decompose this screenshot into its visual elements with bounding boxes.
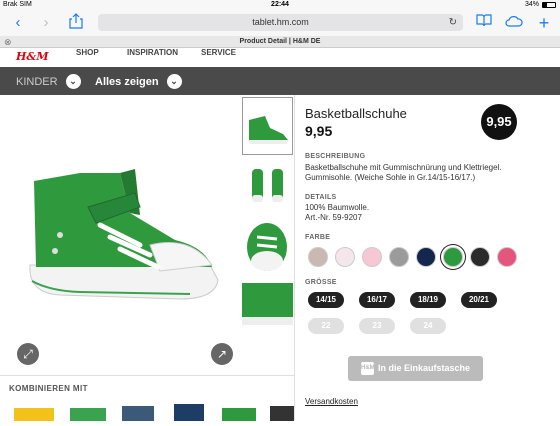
thumbnail-detail[interactable] (242, 277, 293, 335)
shopping-bag-icon: H&M (360, 362, 375, 376)
tab-title[interactable]: Product Detail | H&M DE (0, 36, 560, 48)
size-option[interactable]: 18/19 (410, 292, 446, 308)
details-article: Art.-Nr. 59-9207 (305, 213, 362, 222)
shipping-costs-link[interactable]: Versandkosten (305, 397, 358, 406)
new-tab-icon[interactable]: + (534, 13, 554, 33)
thumbnail-top[interactable] (242, 217, 293, 275)
color-swatch[interactable] (470, 247, 490, 267)
color-swatch[interactable] (497, 247, 517, 267)
nav-service[interactable]: SERVICE (201, 48, 236, 57)
clock: 22:44 (271, 1, 289, 8)
browser-toolbar: ‹ › tablet.hm.com ↻ + (0, 10, 560, 36)
description-text: Basketballschuhe mit Gummischnürung und … (305, 163, 502, 182)
color-swatch[interactable] (443, 247, 463, 267)
size-label: GRÖSSE (305, 279, 337, 286)
color-swatch[interactable] (362, 247, 382, 267)
combine-with-section: KOMBINIEREN MIT (0, 375, 294, 421)
bookmarks-icon[interactable] (474, 13, 494, 33)
color-swatch[interactable] (335, 247, 355, 267)
details-material: 100% Baumwolle. (305, 203, 370, 212)
battery-percent: 34% (524, 1, 539, 8)
category-bar: KINDER ⌄ Alles zeigen ⌄ (0, 67, 560, 95)
description-label: BESCHREIBUNG (305, 153, 366, 160)
sneaker-illustration (29, 169, 219, 300)
details-label: DETAILS (305, 194, 337, 201)
battery-indicator: 34% (525, 1, 556, 8)
combine-thumbnails[interactable] (0, 376, 294, 421)
size-option-unavailable: 24 (410, 318, 446, 334)
site-header: H&M SHOP INSPIRATION SERVICE (0, 48, 560, 67)
chevron-down-icon: ⌄ (166, 74, 182, 89)
combine-with-label: KOMBINIEREN MIT (9, 384, 88, 393)
share-icon[interactable] (66, 13, 86, 33)
fullscreen-icon[interactable]: ⤢ (17, 343, 39, 365)
product-title: Basketballschuhe (305, 106, 407, 121)
color-swatch[interactable] (416, 247, 436, 267)
url-text: tablet.hm.com (252, 17, 309, 27)
forward-chevron-icon[interactable]: › (36, 13, 56, 33)
size-option[interactable]: 16/17 (359, 292, 395, 308)
size-option-unavailable: 22 (308, 318, 344, 334)
category-dropdown[interactable]: KINDER ⌄ (16, 74, 81, 89)
cloud-icon[interactable] (504, 13, 524, 33)
size-option-unavailable: 23 (359, 318, 395, 334)
ios-status-bar: Brak SIM 22:44 34% (0, 0, 560, 10)
chevron-down-icon: ⌄ (65, 74, 81, 89)
share-icon[interactable]: ↗ (211, 343, 233, 365)
category-label: KINDER (16, 75, 58, 88)
color-swatch[interactable] (308, 247, 328, 267)
reload-icon[interactable]: ↻ (449, 14, 457, 31)
address-bar[interactable]: tablet.hm.com ↻ (98, 14, 463, 31)
add-to-cart-label: In die Einkaufstasche (377, 363, 471, 373)
filter-label: Alles zeigen (95, 75, 159, 88)
tab-bar: ⊗ Product Detail | H&M DE (0, 36, 560, 48)
product-price: 9,95 (305, 123, 333, 139)
battery-icon (542, 1, 556, 8)
filter-dropdown[interactable]: Alles zeigen ⌄ (95, 74, 182, 89)
hm-logo[interactable]: H&M (16, 50, 49, 63)
thumbnail-side[interactable] (242, 97, 293, 155)
back-chevron-icon[interactable]: ‹ (8, 13, 28, 33)
color-label: FARBE (305, 234, 331, 241)
color-swatch[interactable] (389, 247, 409, 267)
panel-divider (294, 95, 295, 420)
product-main-image[interactable]: ⤢ ↗ (0, 95, 240, 375)
thumbnail-front-pair[interactable] (242, 157, 293, 215)
size-option[interactable]: 14/15 (308, 292, 344, 308)
nav-shop[interactable]: SHOP (76, 48, 99, 57)
add-to-cart-button[interactable]: H&M In die Einkaufstasche (348, 356, 483, 381)
price-badge: 9,95 (481, 104, 517, 140)
nav-inspiration[interactable]: INSPIRATION (127, 48, 178, 57)
size-option[interactable]: 20/21 (461, 292, 497, 308)
